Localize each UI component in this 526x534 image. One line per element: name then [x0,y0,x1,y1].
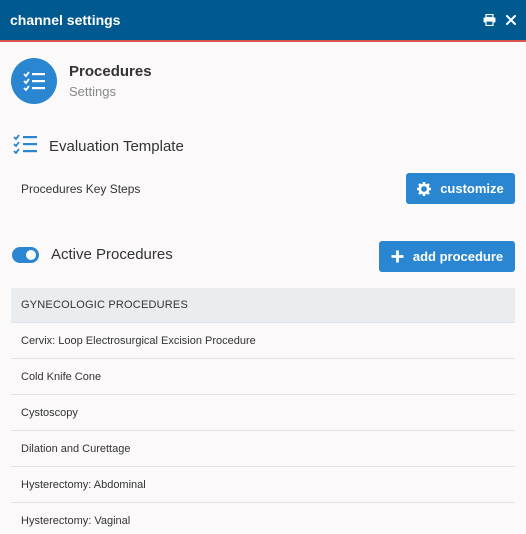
list-item[interactable]: Hysterectomy: Vaginal [11,503,515,534]
plus-icon [391,250,404,263]
add-procedure-button[interactable]: add procedure [379,241,515,272]
active-procedures-toggle[interactable] [12,246,39,263]
list-item[interactable]: Cold Knife Cone [11,359,515,395]
active-procedures-heading: Active Procedures [12,246,173,263]
window-title: channel settings [10,12,121,28]
list-item[interactable]: Cystoscopy [11,395,515,431]
add-procedure-label: add procedure [412,249,504,264]
page-title: Procedures [69,63,152,80]
procedures-key-steps-label: Procedures Key Steps [21,182,141,196]
customize-button[interactable]: customize [406,173,515,204]
customize-label: customize [440,181,504,196]
checklist-icon [13,134,37,158]
list-item[interactable]: Cervix: Loop Electrosurgical Excision Pr… [11,323,515,359]
procedures-header: Procedures Settings [11,58,152,104]
page-subtitle: Settings [69,84,116,99]
gear-icon [417,181,432,196]
print-icon[interactable] [483,14,496,26]
list-item[interactable]: Hysterectomy: Abdominal [11,467,515,503]
active-procedures-title: Active Procedures [51,246,173,263]
window-titlebar: channel settings [0,0,526,42]
list-item[interactable]: Dilation and Curettage [11,431,515,467]
procedure-list: GYNECOLOGIC PROCEDURES Cervix: Loop Elec… [11,288,515,534]
evaluation-template-heading: Evaluation Template [13,134,184,158]
evaluation-template-title: Evaluation Template [49,137,184,155]
list-group-header: GYNECOLOGIC PROCEDURES [11,288,515,323]
close-icon[interactable] [506,15,516,25]
checklist-icon [11,58,57,104]
